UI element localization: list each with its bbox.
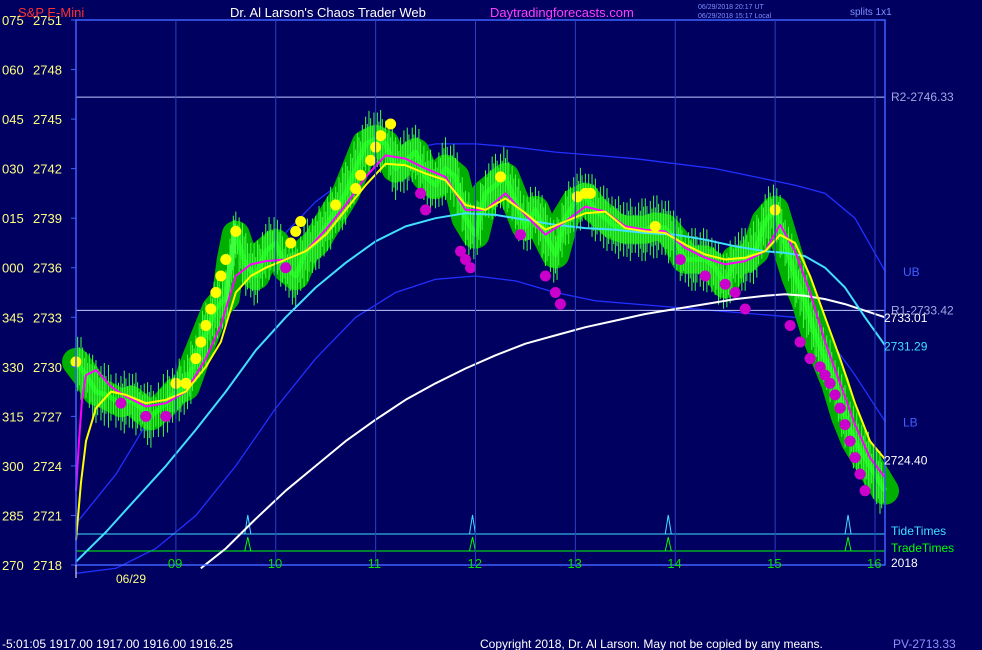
x-tick-14: 14 [667, 556, 681, 571]
y-tick-price-2739: 2739 [33, 211, 62, 226]
high-dot [230, 225, 242, 237]
high-dot [584, 187, 596, 199]
year-label: 2018 [891, 556, 918, 570]
y-tick-left-045: 045 [2, 112, 24, 127]
high-dot [215, 270, 227, 282]
x-tick-13: 13 [567, 556, 581, 571]
y-tick-left-345: 345 [2, 310, 24, 325]
high-dot [375, 130, 387, 142]
site-url[interactable]: Daytradingforecasts.com [490, 5, 634, 20]
y-tick-left-330: 330 [2, 360, 24, 375]
y-tick-left-060: 060 [2, 63, 24, 78]
tide-times-label: TideTimes [891, 524, 946, 538]
x-tick-16: 16 [867, 556, 881, 571]
low-dot [829, 389, 841, 401]
low-dot [465, 262, 477, 274]
y-tick-price-2745: 2745 [33, 112, 62, 127]
level-label-R2-2746.33: R2-2746.33 [891, 90, 954, 104]
high-dot [180, 377, 192, 389]
low-dot [140, 410, 152, 422]
low-dot [539, 270, 551, 282]
date-label: 06/29 [116, 572, 146, 586]
time-utc: 06/29/2018 20:17 UT [698, 4, 764, 11]
high-dot [190, 353, 202, 365]
high-dot [350, 182, 362, 194]
y-tick-price-2730: 2730 [33, 360, 62, 375]
y-tick-left-300: 300 [2, 459, 24, 474]
high-dot [195, 336, 207, 348]
low-dot [280, 262, 292, 274]
y-tick-left-030: 030 [2, 162, 24, 177]
high-dot [290, 225, 302, 237]
copyright: Copyright 2018, Dr. Al Larson. May not b… [480, 637, 823, 650]
low-dot [859, 485, 871, 497]
y-tick-price-2736: 2736 [33, 261, 62, 276]
high-dot [494, 171, 506, 183]
low-dot [739, 303, 751, 315]
low-dot [804, 353, 816, 365]
low-dot [420, 204, 432, 216]
low-dot [115, 397, 127, 409]
right-label-UB: UB [903, 265, 920, 279]
splits-label: splits 1x1 [850, 7, 892, 18]
y-tick-price-2724: 2724 [33, 459, 62, 474]
chart: R2-2746.33R1-2733.42 TideTimesTradeTimes… [0, 0, 982, 650]
y-tick-left-270: 270 [2, 558, 24, 573]
x-tick-15: 15 [767, 556, 781, 571]
symbol-label: S&P E-Mini [18, 5, 84, 20]
pv-label: PV-2713.33 [893, 637, 956, 650]
y-tick-price-2742: 2742 [33, 162, 62, 177]
y-tick-price-2733: 2733 [33, 310, 62, 325]
right-label-2733.01: 2733.01 [884, 311, 928, 325]
low-dot [674, 253, 686, 265]
right-label-2731.29: 2731.29 [884, 340, 928, 354]
y-tick-price-2727: 2727 [33, 409, 62, 424]
right-label-2724.40: 2724.40 [884, 453, 928, 467]
low-dot [415, 187, 427, 199]
high-dot [210, 287, 222, 298]
high-dot [365, 154, 377, 166]
y-tick-price-2748: 2748 [33, 63, 62, 78]
low-dot [844, 435, 856, 447]
high-dot [205, 303, 217, 315]
low-dot [824, 377, 836, 389]
low-dot [699, 270, 711, 282]
high-dot [220, 253, 232, 265]
low-dot [854, 468, 866, 480]
y-tick-price-2721: 2721 [33, 508, 62, 523]
high-dot [385, 118, 397, 130]
x-tick-11: 11 [368, 556, 382, 571]
high-dot [649, 220, 661, 232]
high-dot [295, 215, 307, 227]
low-dot [160, 410, 172, 422]
right-label-LB: LB [903, 415, 918, 429]
low-dot [514, 229, 526, 241]
low-dot [839, 419, 851, 431]
y-tick-left-285: 285 [2, 508, 24, 523]
high-dot [285, 237, 297, 249]
low-dot [549, 287, 561, 298]
low-dot [719, 278, 731, 290]
low-dot [849, 452, 861, 464]
x-tick-10: 10 [268, 556, 282, 571]
trade-times-label: TradeTimes [891, 541, 954, 555]
y-tick-left-000: 000 [2, 261, 24, 276]
high-dot [330, 199, 342, 211]
x-tick-09: 09 [168, 556, 182, 571]
site-title: Dr. Al Larson's Chaos Trader Web [230, 5, 426, 20]
high-dot [355, 169, 367, 181]
low-dot [784, 320, 796, 332]
high-dot [200, 320, 212, 332]
low-dot [794, 336, 806, 348]
status-line: -5:01:05 1917.00 1917.00 1916.00 1916.25 [2, 637, 233, 650]
low-dot [554, 298, 566, 310]
low-dot [729, 287, 741, 298]
y-tick-left-315: 315 [2, 409, 24, 424]
y-tick-price-2718: 2718 [33, 558, 62, 573]
low-dot [834, 402, 846, 414]
x-tick-12: 12 [468, 556, 482, 571]
time-local: 06/29/2018 15:17 Local [698, 13, 772, 20]
y-tick-left-015: 015 [2, 211, 24, 226]
